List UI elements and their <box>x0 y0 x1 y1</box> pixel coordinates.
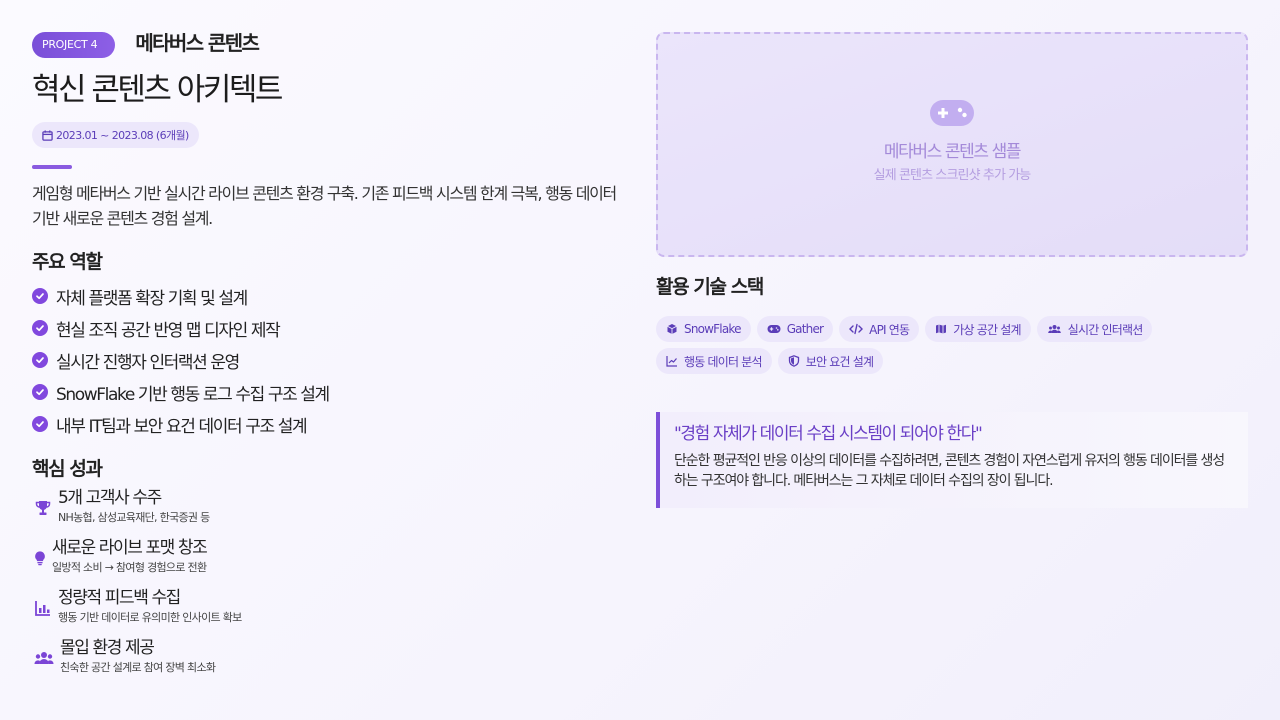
divider <box>32 165 72 169</box>
achievement-title: 정량적 피드백 수집 <box>58 588 181 608</box>
achievement-item: 새로운 라이브 포맷 창조 일방적 소비 → 참여형 경험으로 전환 <box>32 537 632 587</box>
tech-stack-list: SnowFlake Gather API 연동 가상 공간 설계 실시간 인터랙… <box>656 316 1216 374</box>
period-text: 2023.01 ~ 2023.08 (6개월) <box>56 129 189 142</box>
tech-chip: API 연동 <box>839 316 920 342</box>
achievement-sub: 일방적 소비 → 참여형 경험으로 전환 <box>52 561 207 574</box>
achievement-list: 5개 고객사 수주 NH농협, 삼성교육재단, 한국증권 등 새로운 라이브 포… <box>32 487 632 687</box>
cube-icon <box>667 324 677 334</box>
users-icon <box>1047 325 1061 333</box>
achievement-title: 새로운 라이브 포맷 창조 <box>52 538 208 558</box>
role-label: 실시간 진행자 인터랙션 운영 <box>56 352 240 373</box>
bar-chart-icon <box>32 597 54 619</box>
tech-chip-label: 실시간 인터랙션 <box>1067 322 1143 337</box>
role-item: 자체 플랫폼 확장 기획 및 설계 <box>32 280 632 312</box>
tech-chip-label: 가상 공간 설계 <box>953 322 1021 337</box>
gamepad-icon <box>930 99 974 126</box>
tech-chip-label: 보안 요건 설계 <box>805 354 874 369</box>
role-item: 내부 IT팀과 보안 요건 데이터 구조 설계 <box>32 408 632 440</box>
tech-chip: 행동 데이터 분석 <box>656 348 772 374</box>
tech-chip: 보안 요건 설계 <box>777 348 884 374</box>
role-label: 내부 IT팀과 보안 요건 데이터 구조 설계 <box>56 416 308 437</box>
check-circle-icon <box>32 384 48 400</box>
check-circle-icon <box>32 320 48 336</box>
trophy-icon <box>32 497 54 519</box>
project-header: PROJECT 4 메타버스 콘텐츠 <box>32 28 632 58</box>
achievement-item: 5개 고객사 수주 NH농협, 삼성교육재단, 한국증권 등 <box>32 487 632 537</box>
period-badge: 2023.01 ~ 2023.08 (6개월) <box>32 122 199 148</box>
calendar-icon <box>42 129 53 141</box>
page-title: 혁신 콘텐츠 아키텍트 <box>32 72 283 108</box>
project-detail: PROJECT 4 메타버스 콘텐츠 혁신 콘텐츠 아키텍트 2023.01 ~… <box>32 28 632 687</box>
project-side-panel: 메타버스 콘텐츠 샘플 실제 콘텐츠 스크린샷 추가 가능 활용 기술 스택 S… <box>656 32 1248 508</box>
achievement-item: 정량적 피드백 수집 행동 기반 데이터로 유의미한 인사이트 확보 <box>32 587 632 637</box>
gamepad-icon <box>767 325 781 333</box>
role-list: 자체 플랫폼 확장 기획 및 설계 현실 조직 공간 반영 맵 디자인 제작 실… <box>32 280 632 440</box>
project-badge: PROJECT 4 <box>32 32 116 58</box>
achievement-title: 몰입 환경 제공 <box>60 638 155 658</box>
shield-icon <box>788 355 799 367</box>
role-label: 자체 플랫폼 확장 기획 및 설계 <box>56 288 248 309</box>
check-circle-icon <box>32 352 48 368</box>
achievement-item: 몰입 환경 제공 친숙한 공간 설계로 참여 장벽 최소화 <box>32 637 632 687</box>
lightbulb-icon <box>32 547 48 569</box>
users-icon <box>32 647 56 669</box>
achievement-sub: 친숙한 공간 설계로 참여 장벽 최소화 <box>60 661 216 674</box>
sample-title: 메타버스 콘텐츠 샘플 <box>883 141 1022 162</box>
quote-body: 단순한 평균적인 반응 이상의 데이터를 수집하려면, 콘텐츠 경험이 자연스럽… <box>674 453 1225 489</box>
tech-chip-label: SnowFlake <box>684 322 741 336</box>
sample-subtitle: 실제 콘텐츠 스크린샷 추가 가능 <box>873 167 1032 183</box>
tech-chip-label: Gather <box>786 322 824 336</box>
map-icon <box>936 324 947 334</box>
tech-stack-heading: 활용 기술 스택 <box>656 276 764 298</box>
line-chart-icon <box>666 356 677 367</box>
roles-heading: 주요 역할 <box>32 251 103 273</box>
tech-chip-label: API 연동 <box>869 322 910 337</box>
role-item: SnowFlake 기반 행동 로그 수집 구조 설계 <box>32 376 632 408</box>
tech-chip-label: 행동 데이터 분석 <box>684 354 763 369</box>
role-item: 실시간 진행자 인터랙션 운영 <box>32 344 632 376</box>
tech-chip: 가상 공간 설계 <box>925 316 1031 342</box>
check-circle-icon <box>32 288 48 304</box>
achievements-heading: 핵심 성과 <box>32 458 103 480</box>
insight-quote: "경험 자체가 데이터 수집 시스템이 되어야 한다" 단순한 평균적인 반응 … <box>656 412 1248 508</box>
achievement-title: 5개 고객사 수주 <box>58 488 162 508</box>
quote-title: "경험 자체가 데이터 수집 시스템이 되어야 한다" <box>674 424 983 444</box>
code-icon <box>849 323 864 335</box>
project-description: 게임형 메타버스 기반 실시간 라이브 콘텐츠 환경 구축. 기존 피드백 시스… <box>32 184 617 228</box>
achievement-sub: NH농협, 삼성교육재단, 한국증권 등 <box>58 511 210 524</box>
role-label: SnowFlake 기반 행동 로그 수집 구조 설계 <box>56 384 330 405</box>
tech-chip: 실시간 인터랙션 <box>1036 316 1153 342</box>
tech-chip: Gather <box>756 316 834 342</box>
check-circle-icon <box>32 416 48 432</box>
sample-image-placeholder: 메타버스 콘텐츠 샘플 실제 콘텐츠 스크린샷 추가 가능 <box>656 32 1248 257</box>
tech-chip: SnowFlake <box>656 316 751 342</box>
project-name: 메타버스 콘텐츠 <box>135 30 260 55</box>
role-label: 현실 조직 공간 반영 맵 디자인 제작 <box>56 320 281 341</box>
achievement-sub: 행동 기반 데이터로 유의미한 인사이트 확보 <box>58 611 242 624</box>
role-item: 현실 조직 공간 반영 맵 디자인 제작 <box>32 312 632 344</box>
